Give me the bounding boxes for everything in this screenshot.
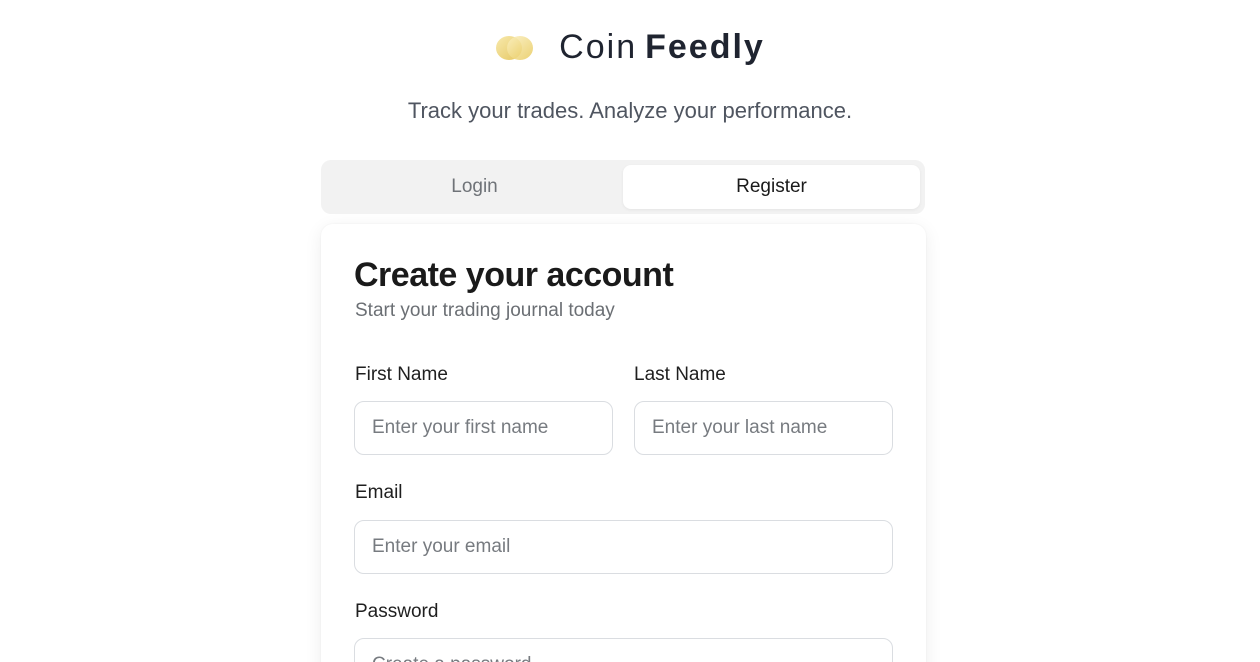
- last-name-input[interactable]: [634, 401, 893, 455]
- brand-name-bold: Feedly: [645, 28, 765, 66]
- auth-tabs: Login Register: [321, 160, 925, 214]
- first-name-input[interactable]: [354, 401, 613, 455]
- register-card: Create your account Start your trading j…: [321, 224, 926, 662]
- form-subtitle: Start your trading journal today: [355, 300, 615, 321]
- coin-logo-icon: [496, 36, 534, 60]
- tagline: Track your trades. Analyze your performa…: [407, 98, 853, 123]
- email-input[interactable]: [354, 520, 893, 574]
- tab-register[interactable]: Register: [623, 165, 920, 209]
- brand-header: Coin Feedly: [0, 24, 1260, 70]
- form-title: Create your account: [354, 256, 674, 294]
- password-input[interactable]: [354, 638, 893, 662]
- password-label: Password: [355, 601, 439, 622]
- last-name-label: Last Name: [634, 364, 726, 385]
- email-label: Email: [355, 482, 403, 503]
- register-page: Coin Feedly Track your trades. Analyze y…: [0, 0, 1260, 662]
- tab-login[interactable]: Login: [326, 165, 623, 209]
- brand-name-light: Coin: [559, 28, 638, 66]
- first-name-label: First Name: [355, 364, 448, 385]
